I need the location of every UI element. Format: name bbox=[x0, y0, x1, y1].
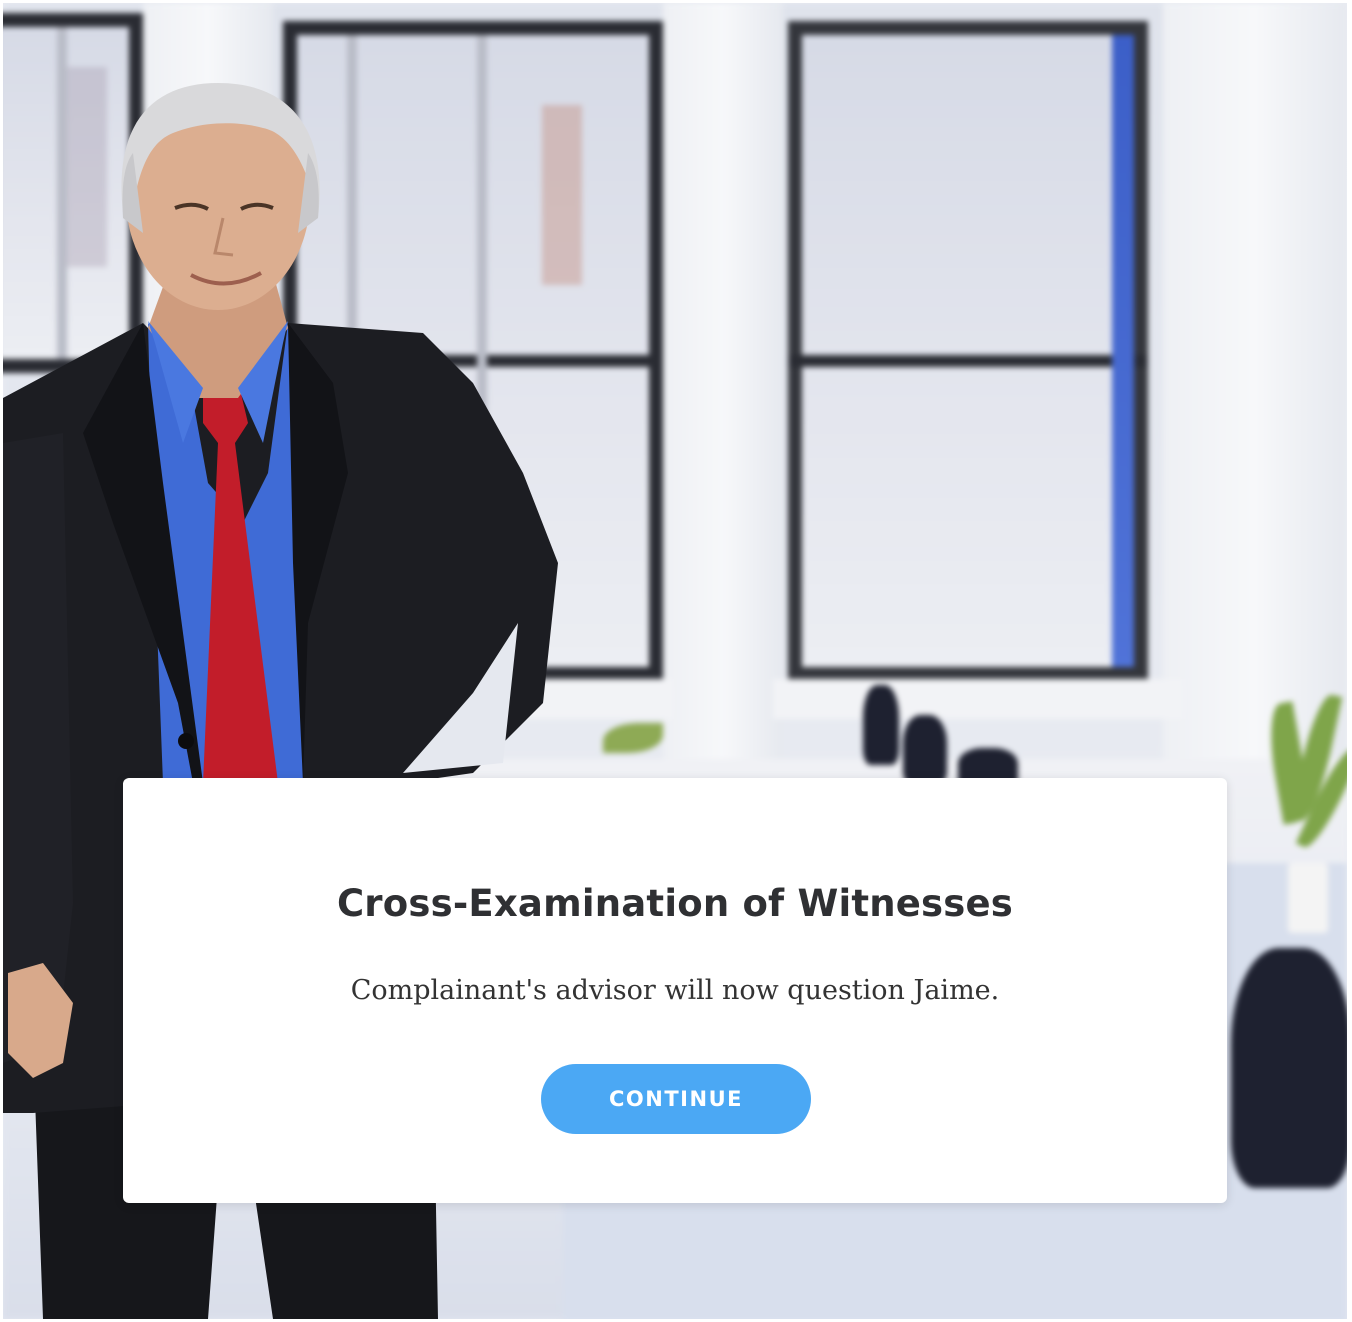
narration-dialog: Cross-Examination of Witnesses Complaina… bbox=[123, 778, 1227, 1203]
continue-button[interactable]: CONTINUE bbox=[541, 1064, 811, 1134]
dialog-title: Cross-Examination of Witnesses bbox=[336, 882, 1014, 925]
dialog-message: Complainant's advisor will now question … bbox=[350, 975, 1000, 1006]
scenario-stage: Cross-Examination of Witnesses Complaina… bbox=[3, 3, 1347, 1319]
